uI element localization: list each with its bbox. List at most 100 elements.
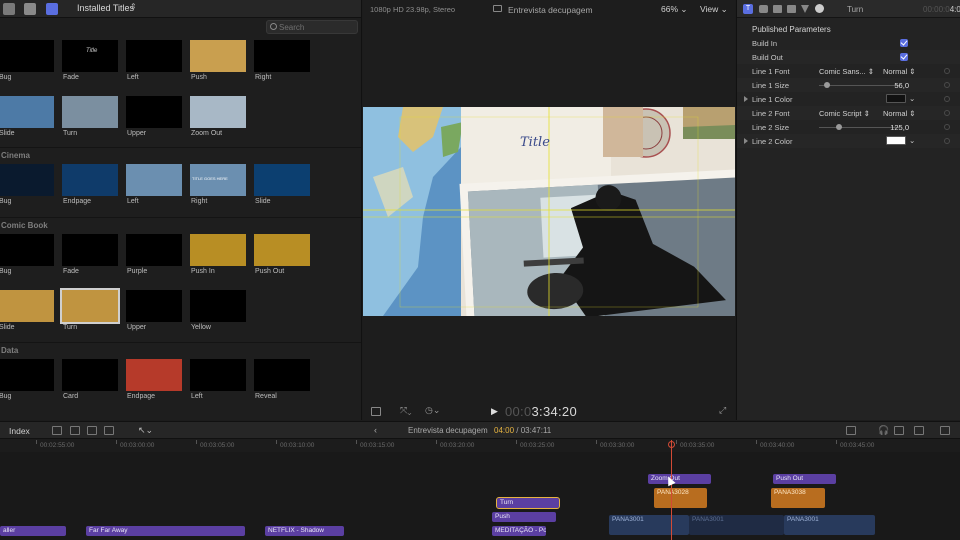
transform-icon[interactable]: ⤧⌄ (400, 405, 411, 416)
titles-generators-icon[interactable] (46, 3, 58, 15)
select-tool-icon[interactable]: ↖⌄ (138, 425, 153, 436)
section-header[interactable]: Comic Book (0, 221, 361, 230)
info-inspector-icon[interactable] (787, 5, 796, 13)
title-tile[interactable] (126, 290, 182, 322)
timeline-ruler[interactable]: 00:02:55:00 00:03:00:00 00:03:05:00 00:03:1… (0, 440, 960, 452)
photos-audio-icon[interactable] (24, 3, 36, 15)
library-icon[interactable] (3, 3, 15, 15)
section-header[interactable]: Data (0, 346, 361, 355)
audio-inspector-icon[interactable] (773, 5, 782, 13)
insert-icon[interactable] (87, 426, 97, 435)
keyframe-icon[interactable] (944, 138, 950, 144)
viewer-view-menu[interactable]: View ⌄ (700, 4, 728, 15)
playhead-handle[interactable] (668, 441, 675, 448)
title-tile[interactable] (190, 40, 246, 72)
clip-appearance-icon[interactable] (52, 426, 62, 435)
solo-icon[interactable] (894, 426, 904, 435)
title-tile[interactable] (254, 164, 310, 196)
playhead[interactable] (671, 440, 672, 540)
title-tile[interactable] (126, 164, 182, 196)
clip-push-out[interactable]: Push Out (773, 474, 836, 484)
clip-pana3001-c[interactable]: PANA3001 (784, 515, 875, 535)
title-tile[interactable] (254, 234, 310, 266)
keyframe-icon[interactable] (944, 110, 950, 116)
clip-meditacao[interactable]: MEDITAÇÃO - Po... (492, 526, 546, 536)
view-options-icon[interactable] (371, 407, 381, 416)
chevron-updown-icon[interactable]: ⇕ (130, 2, 137, 11)
font-family-popup[interactable]: Comic Script ⇕ (819, 109, 870, 118)
back-icon[interactable]: ‹ (374, 425, 377, 435)
headphones-icon[interactable]: 🎧 (878, 425, 889, 436)
param-slider-track[interactable] (819, 85, 899, 86)
title-tile[interactable] (0, 164, 54, 196)
font-style-popup[interactable]: Normal ⇕ (883, 67, 916, 76)
chevron-down-icon[interactable]: ⌄ (909, 94, 915, 103)
play-icon[interactable]: ▶ (491, 406, 498, 417)
video-inspector-icon[interactable] (759, 5, 768, 13)
clip-push[interactable]: Push (492, 512, 556, 522)
clip-turn[interactable]: Turn (496, 497, 560, 509)
clip-pana3001-b[interactable]: PANA3001 (689, 515, 784, 535)
title-tile[interactable] (126, 359, 182, 391)
clip-far-far-away[interactable]: Far Far Away (86, 526, 245, 536)
title-tile[interactable] (126, 96, 182, 128)
clip-pana3028[interactable]: PANA3028 (654, 488, 707, 508)
keyframe-icon[interactable] (944, 68, 950, 74)
title-tile[interactable] (62, 359, 118, 391)
timeline-tracks[interactable]: Zoom Out Push Out PANA3028 PANA3038 Turn… (0, 452, 960, 540)
search-input[interactable] (279, 22, 355, 33)
param-value[interactable]: 56,0 (894, 81, 909, 90)
clip-caller[interactable]: aller (0, 526, 66, 536)
title-tile[interactable] (62, 96, 118, 128)
title-tile[interactable] (62, 164, 118, 196)
section-header[interactable]: Cinema (0, 151, 361, 160)
title-tile[interactable] (190, 290, 246, 322)
font-style-popup[interactable]: Normal ⇕ (883, 109, 916, 118)
clip-zoom-out[interactable]: Zoom Out (648, 474, 711, 484)
title-tile[interactable] (0, 290, 54, 322)
search-box[interactable] (266, 20, 358, 34)
title-tile[interactable] (126, 234, 182, 266)
clip-netflix-shadow[interactable]: NETFLIX - Shadow (265, 526, 344, 536)
keyframe-icon[interactable] (944, 82, 950, 88)
title-tile[interactable] (62, 40, 118, 72)
snapping-icon[interactable] (914, 426, 924, 435)
title-tile[interactable] (190, 96, 246, 128)
timeline-options-icon[interactable] (940, 426, 950, 435)
param-slider-knob[interactable] (824, 82, 830, 88)
param-checkbox[interactable] (900, 39, 908, 47)
title-tile[interactable] (0, 359, 54, 391)
font-family-popup[interactable]: Comic Sans... ⇕ (819, 67, 874, 76)
chevron-down-icon[interactable]: ⌄ (909, 136, 915, 145)
title-tile[interactable] (254, 359, 310, 391)
keyframe-icon[interactable] (944, 124, 950, 130)
title-tile[interactable] (0, 40, 54, 72)
disclosure-triangle-icon[interactable] (744, 96, 748, 102)
title-tile[interactable] (0, 234, 54, 266)
audio-skimming-icon[interactable] (846, 426, 856, 435)
title-tile[interactable] (126, 40, 182, 72)
param-slider-track[interactable] (819, 127, 899, 128)
clip-pana3038[interactable]: PANA3038 (771, 488, 825, 508)
connect-icon[interactable] (70, 426, 80, 435)
viewer-zoom[interactable]: 66% ⌄ (661, 4, 688, 15)
speed-icon[interactable]: ◷⌄ (425, 405, 440, 416)
title-tile[interactable] (254, 40, 310, 72)
clip-pana3001-a[interactable]: PANA3001 (609, 515, 689, 535)
filter-icon[interactable] (801, 5, 809, 13)
video-frame[interactable]: Title (363, 107, 735, 316)
title-tile[interactable] (60, 288, 120, 324)
title-tile[interactable] (0, 96, 54, 128)
append-icon[interactable] (104, 426, 114, 435)
browser-title[interactable]: Installed Titles (77, 3, 134, 13)
title-tile[interactable] (62, 234, 118, 266)
title-tile[interactable] (190, 234, 246, 266)
param-slider-knob[interactable] (836, 124, 842, 130)
param-value[interactable]: 125,0 (890, 123, 909, 132)
text-inspector-icon[interactable]: T (743, 4, 753, 14)
color-swatch[interactable] (886, 136, 906, 145)
index-button[interactable]: Index (9, 426, 30, 436)
info-icon[interactable] (815, 4, 824, 13)
disclosure-triangle-icon[interactable] (744, 138, 748, 144)
fullscreen-icon[interactable]: ⤢ (719, 405, 726, 416)
